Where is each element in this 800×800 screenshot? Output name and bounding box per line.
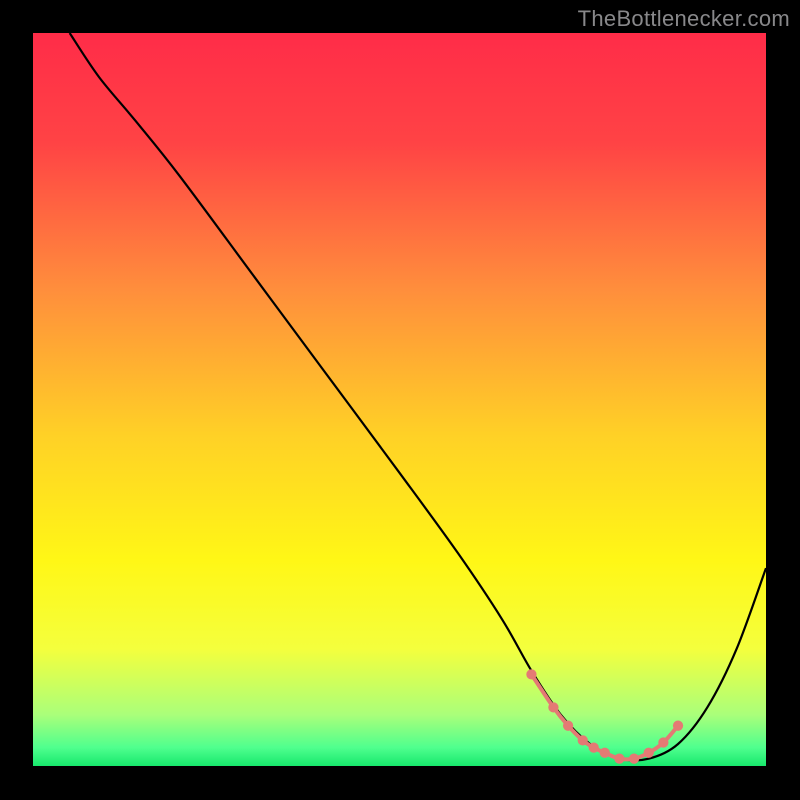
chart-overlay (33, 33, 766, 766)
bottleneck-curve (70, 33, 766, 761)
watermark: TheBottlenecker.com (578, 6, 790, 32)
chart-container (33, 33, 766, 766)
optimal-markers (526, 669, 683, 764)
